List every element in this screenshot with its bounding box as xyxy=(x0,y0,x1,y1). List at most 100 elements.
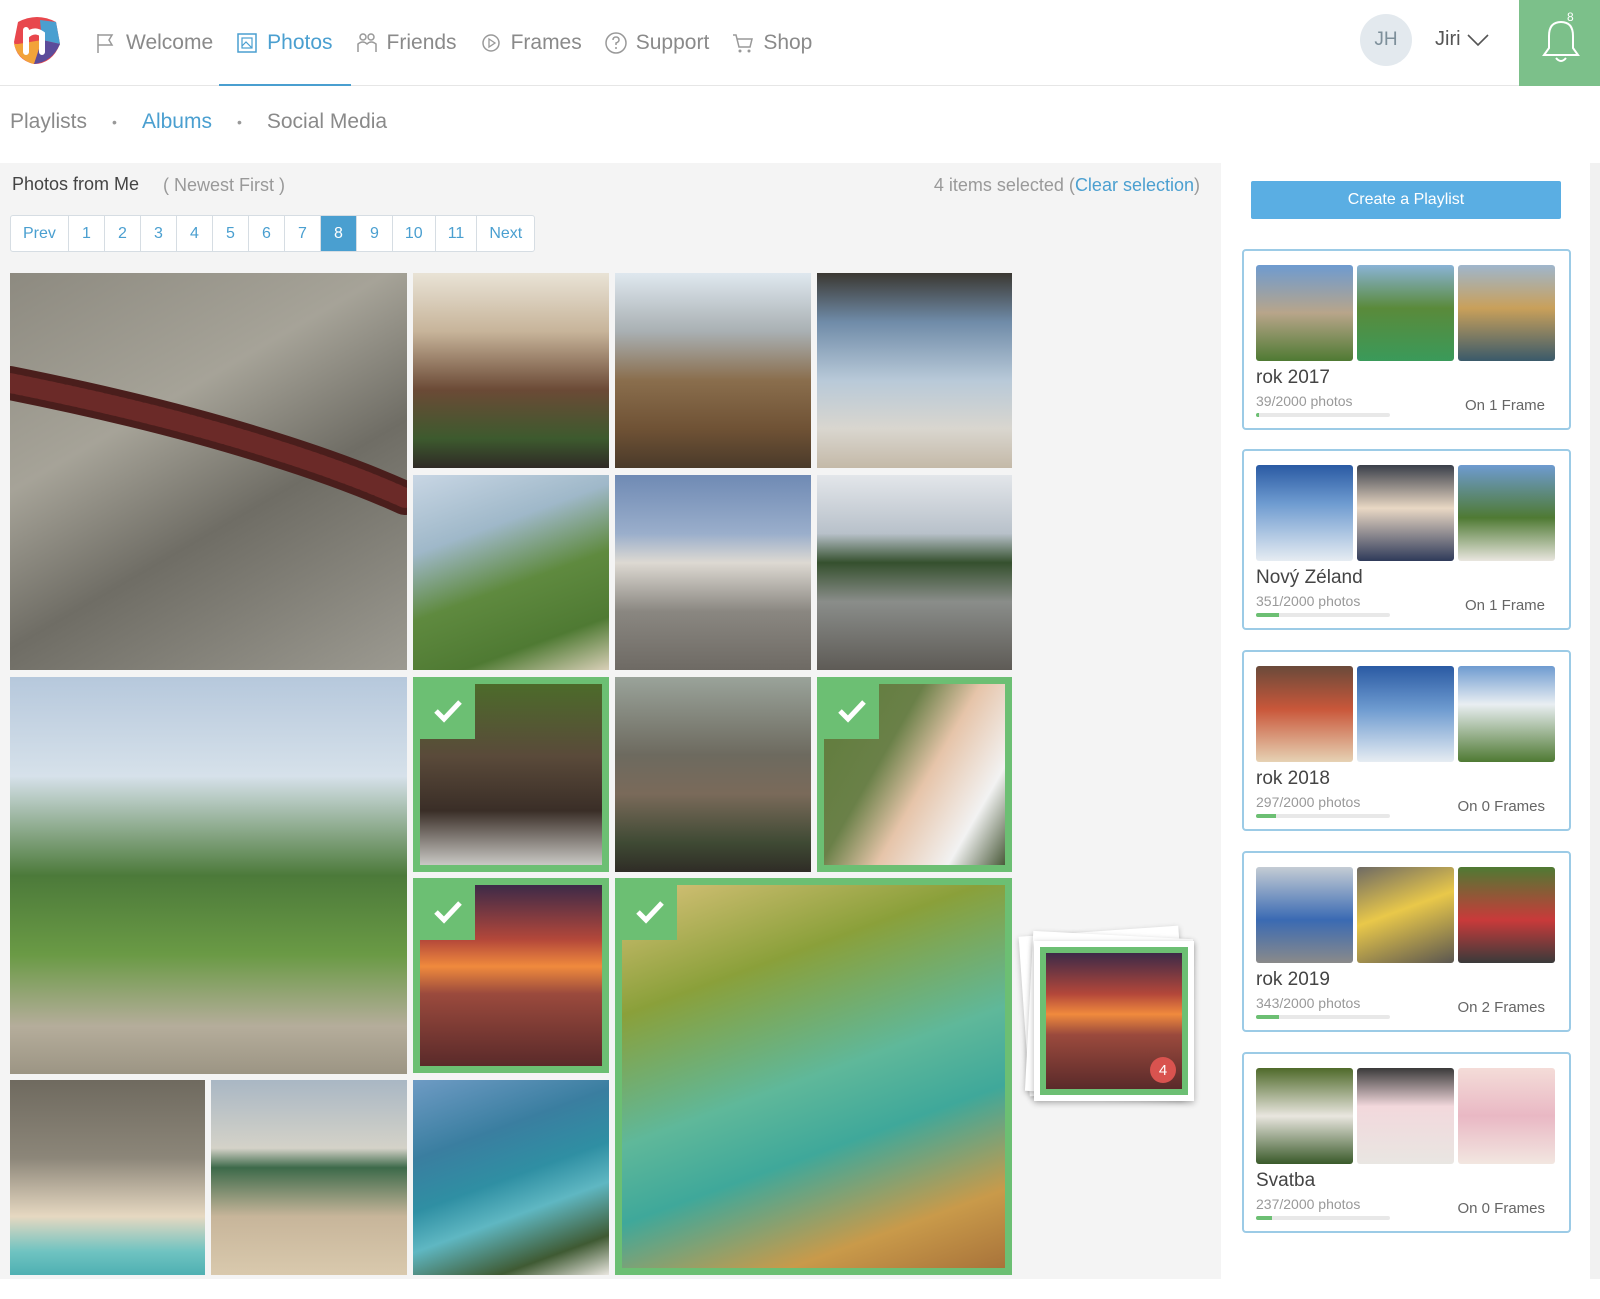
playlist-thumb xyxy=(1256,465,1353,561)
subnav-albums[interactable]: Albums xyxy=(142,110,212,134)
photo-aerial-coast[interactable] xyxy=(413,1080,609,1275)
playlist-name: Nový Zéland xyxy=(1256,567,1363,588)
frame-icon xyxy=(481,34,500,52)
pager-page[interactable]: 3 xyxy=(141,216,177,251)
nav-welcome-label: Welcome xyxy=(126,31,214,54)
playlist-frames: On 1 Frame xyxy=(1464,397,1545,414)
notifications-button[interactable]: 8 xyxy=(1519,0,1600,86)
playlist-progress-fill xyxy=(1256,1015,1279,1019)
drag-stack[interactable]: 4 xyxy=(1018,925,1194,1101)
sub-navigation: Playlists • Albums • Social Media xyxy=(10,110,387,134)
clear-selection-link[interactable]: Clear selection xyxy=(1075,175,1194,195)
pager-page[interactable]: 11 xyxy=(436,216,478,251)
user-name-label: Jiri xyxy=(1435,28,1461,50)
page-scrollbar[interactable] xyxy=(1590,163,1600,1279)
stack-thumbnail: 4 xyxy=(1040,947,1188,1095)
pager-page[interactable]: 2 xyxy=(105,216,141,251)
pager-page[interactable]: 4 xyxy=(177,216,213,251)
playlist-thumb xyxy=(1458,666,1555,762)
playlist-thumb xyxy=(1357,1068,1454,1164)
playlist-name: rok 2017 xyxy=(1256,367,1330,388)
playlist-photo-count: 343/2000 photos xyxy=(1256,995,1361,1011)
pager-prev[interactable]: Prev xyxy=(11,216,69,251)
photo-shore-walk[interactable] xyxy=(817,475,1012,670)
nav-shop[interactable]: Shop xyxy=(727,0,830,86)
check-icon xyxy=(636,901,664,924)
playlist-card[interactable]: rok 2017 39/2000 photos On 1 Frame xyxy=(1242,249,1571,430)
sort-order[interactable]: ( Newest First ) xyxy=(163,175,285,196)
photo-roast-pig[interactable] xyxy=(615,677,811,872)
photo-woman-drink[interactable] xyxy=(817,677,1012,872)
subnav-social-media[interactable]: Social Media xyxy=(267,110,387,134)
main-nav: Welcome Photos Friends Frames Support Sh… xyxy=(90,0,830,86)
playlist-thumb xyxy=(1256,265,1353,361)
pager-page-active[interactable]: 8 xyxy=(320,216,357,251)
photo-sunset[interactable] xyxy=(413,878,609,1073)
photo-green-hut[interactable] xyxy=(615,878,1012,1275)
top-navigation: Welcome Photos Friends Frames Support Sh… xyxy=(0,0,1600,86)
playlist-thumb xyxy=(1458,265,1555,361)
check-icon xyxy=(434,700,462,723)
user-avatar[interactable]: JH xyxy=(1360,14,1412,66)
playlist-card[interactable]: rok 2019 343/2000 photos On 2 Frames xyxy=(1242,851,1571,1032)
playlist-card[interactable]: Nový Zéland 351/2000 photos On 1 Frame xyxy=(1242,449,1571,630)
playlist-card[interactable]: rok 2018 297/2000 photos On 0 Frames xyxy=(1242,650,1571,831)
pager-page[interactable]: 7 xyxy=(285,216,321,251)
app-logo-icon[interactable] xyxy=(12,14,62,66)
nav-support[interactable]: Support xyxy=(600,0,728,86)
playlist-thumbnails xyxy=(1256,265,1555,361)
playlist-thumb xyxy=(1458,465,1555,561)
pager-next[interactable]: Next xyxy=(477,216,534,251)
playlist-frames: On 0 Frames xyxy=(1457,1200,1545,1217)
nav-friends-label: Friends xyxy=(386,31,457,54)
playlist-card[interactable]: Svatba 237/2000 photos On 0 Frames xyxy=(1242,1052,1571,1233)
pager-page[interactable]: 5 xyxy=(213,216,249,251)
photo-pier[interactable] xyxy=(211,1080,407,1275)
playlist-thumb xyxy=(1357,666,1454,762)
help-icon xyxy=(605,32,627,54)
check-icon xyxy=(434,901,462,924)
millipede-shape xyxy=(10,366,407,515)
nav-photos-label: Photos xyxy=(267,31,333,54)
playlist-thumb xyxy=(1256,867,1353,963)
chevron-down-icon xyxy=(1466,33,1489,46)
pager-page[interactable]: 10 xyxy=(393,216,436,251)
subnav-playlists[interactable]: Playlists xyxy=(10,110,87,134)
selected-count: 4 items selected ( xyxy=(933,175,1075,195)
playlist-thumb xyxy=(1458,1068,1555,1164)
nav-welcome[interactable]: Welcome xyxy=(90,0,231,86)
pager-page[interactable]: 6 xyxy=(249,216,285,251)
nav-friends[interactable]: Friends xyxy=(351,0,475,86)
photo-aerial-resort[interactable] xyxy=(10,1080,205,1275)
playlist-photo-count: 351/2000 photos xyxy=(1256,593,1361,609)
selected-close: ) xyxy=(1194,175,1200,195)
photo-cooking[interactable] xyxy=(413,677,609,872)
photo-millipede[interactable] xyxy=(10,273,407,670)
playlist-thumb xyxy=(1357,265,1454,361)
playlist-progress xyxy=(1256,613,1390,617)
playlist-thumbnails xyxy=(1256,666,1555,762)
pager-page[interactable]: 9 xyxy=(357,216,393,251)
photo-tourism-man[interactable] xyxy=(413,273,609,468)
playlist-frames: On 0 Frames xyxy=(1457,798,1545,815)
user-menu[interactable]: Jiri xyxy=(1435,28,1489,51)
photo-hut[interactable] xyxy=(615,273,811,468)
nav-frames[interactable]: Frames xyxy=(475,0,600,86)
stack-front: 4 xyxy=(1034,941,1194,1101)
photo-road-palms[interactable] xyxy=(10,677,407,1074)
selected-check xyxy=(420,684,475,739)
pager-page[interactable]: 1 xyxy=(69,216,105,251)
playlist-thumb xyxy=(1458,867,1555,963)
photo-musicians[interactable] xyxy=(615,475,811,670)
photo-beach-feet[interactable] xyxy=(817,273,1012,468)
playlist-progress xyxy=(1256,1015,1390,1019)
nav-support-label: Support xyxy=(635,31,710,54)
photo-palm-beach[interactable] xyxy=(413,475,609,670)
nav-photos[interactable]: Photos xyxy=(219,0,351,86)
create-playlist-button[interactable]: Create a Playlist xyxy=(1251,181,1561,219)
playlist-name: rok 2019 xyxy=(1256,969,1330,990)
playlist-frames: On 1 Frame xyxy=(1464,597,1545,614)
cart-icon xyxy=(733,34,754,53)
playlist-thumbnails xyxy=(1256,867,1555,963)
playlist-progress xyxy=(1256,413,1390,417)
